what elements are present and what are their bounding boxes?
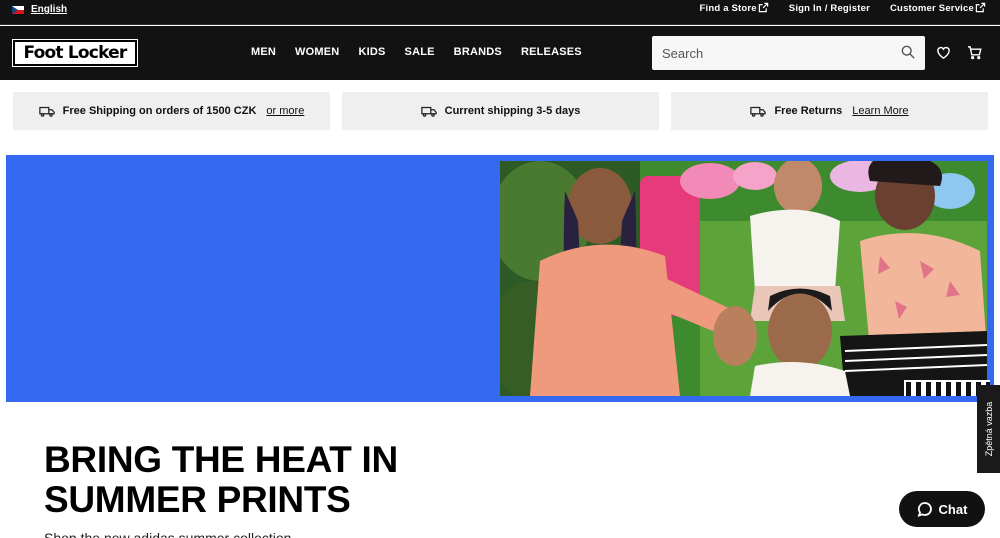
language-link[interactable]: English <box>31 4 67 15</box>
sign-in-label: Sign In / Register <box>788 3 870 14</box>
language-selector[interactable]: English <box>12 4 67 15</box>
find-store-link[interactable]: Find a Store <box>699 2 769 14</box>
external-link-icon <box>758 2 769 13</box>
shipping-banner-free-shipping[interactable]: Free Shipping on orders of 1500 CZK or m… <box>13 92 330 130</box>
foot-locker-logo[interactable]: Foot Locker <box>12 39 138 67</box>
nav-item-sale[interactable]: SALE <box>405 46 435 58</box>
sign-in-link[interactable]: Sign In / Register <box>789 3 870 14</box>
hero-photo-illustration <box>500 161 987 396</box>
customer-service-label: Customer Service <box>890 3 974 14</box>
main-header: Foot Locker MEN WOMEN KIDS SALE BRANDS R… <box>0 26 1000 80</box>
chat-bubble-icon <box>917 502 932 517</box>
hero-subline: Shop the new adidas summer collection <box>44 530 292 538</box>
nav-item-kids[interactable]: KIDS <box>358 46 385 58</box>
cart-icon[interactable] <box>967 45 982 60</box>
shipping-more-link[interactable]: or more <box>266 105 304 117</box>
shipping-banner-free-returns[interactable]: Free Returns Learn More <box>671 92 988 130</box>
search-input[interactable] <box>652 45 887 61</box>
chat-label: Chat <box>938 501 968 517</box>
shipping-info-row: Free Shipping on orders of 1500 CZK or m… <box>13 92 988 130</box>
truck-icon <box>38 106 55 117</box>
hero-image[interactable] <box>500 161 987 396</box>
shipping-banner-delivery-time[interactable]: Current shipping 3-5 days <box>342 92 659 130</box>
search-icon[interactable] <box>901 45 915 59</box>
heart-icon[interactable] <box>936 45 951 60</box>
czech-flag-icon <box>12 5 24 14</box>
main-nav: MEN WOMEN KIDS SALE BRANDS RELEASES <box>251 46 582 58</box>
find-store-label: Find a Store <box>699 3 757 14</box>
feedback-tab[interactable]: Zpětná vazba <box>977 385 1000 473</box>
shipping-text: Free Returns <box>774 105 843 117</box>
utility-bar: English Find a Store Sign In / Register … <box>0 0 1000 25</box>
external-link-icon <box>975 2 986 13</box>
learn-more-link[interactable]: Learn More <box>852 105 908 117</box>
feedback-label: Zpětná vazba <box>983 401 994 457</box>
nav-item-men[interactable]: MEN <box>251 46 276 58</box>
shipping-text: Current shipping 3-5 days <box>444 105 581 117</box>
nav-item-women[interactable]: WOMEN <box>295 46 339 58</box>
truck-icon <box>420 106 437 117</box>
nav-item-releases[interactable]: RELEASES <box>521 46 582 58</box>
shipping-text: Free Shipping on orders of 1500 CZK <box>62 105 257 117</box>
nav-item-brands[interactable]: BRANDS <box>454 46 502 58</box>
search-bar <box>652 36 925 70</box>
customer-service-link[interactable]: Customer Service <box>890 2 986 14</box>
chat-button[interactable]: Chat <box>899 491 985 527</box>
hero-headline: BRING THE HEAT IN SUMMER PRINTS <box>44 439 398 520</box>
truck-icon <box>750 106 767 117</box>
